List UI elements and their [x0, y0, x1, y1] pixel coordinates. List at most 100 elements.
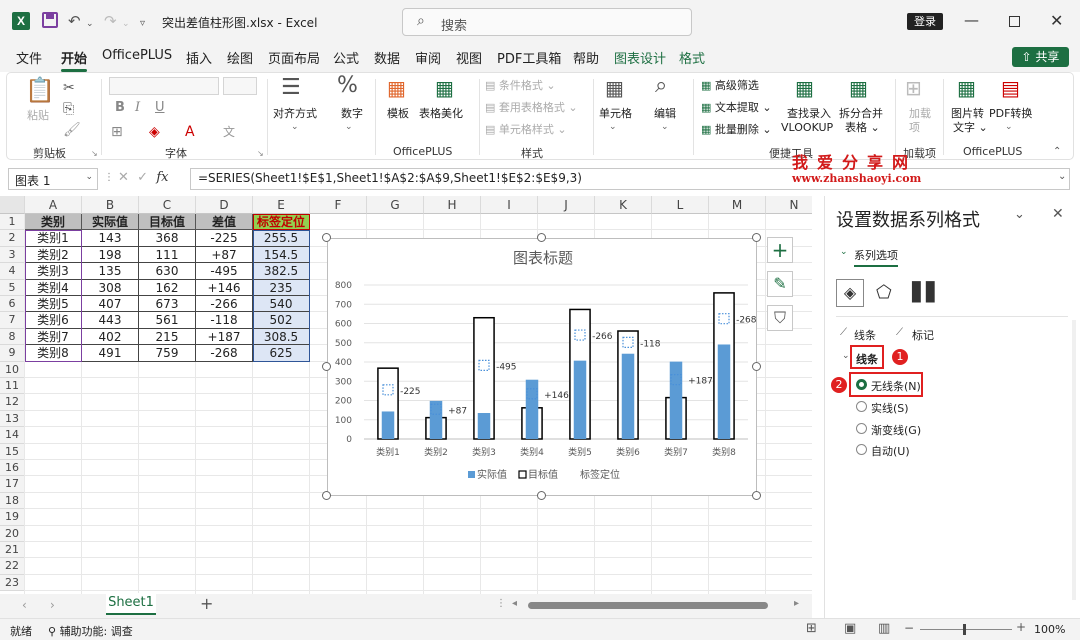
edit-label[interactable]: 编辑 [654, 107, 676, 120]
table-header-cell[interactable]: 差值 [196, 214, 253, 231]
x-tick-label[interactable]: 类别2 [424, 446, 448, 458]
lookup-label-2[interactable]: VLOOKUP [781, 121, 833, 134]
column-header[interactable]: J [538, 196, 595, 214]
picture-to-text-label[interactable]: 图片转 [951, 107, 984, 120]
menu-file[interactable]: 文件 [16, 48, 42, 67]
column-header[interactable]: F [310, 196, 367, 214]
resize-handle-tl[interactable] [322, 233, 331, 242]
menu-pdf-toolbox[interactable]: PDF工具箱 [497, 48, 561, 67]
table-cell[interactable]: -118 [196, 312, 253, 329]
lookup-label[interactable]: 查找录入 [787, 107, 831, 120]
solid-line-label[interactable]: 实线(S) [871, 400, 909, 416]
table-cell[interactable]: 540 [253, 296, 310, 313]
insert-function-button[interactable]: fx [156, 170, 168, 185]
page-layout-view-icon[interactable]: ▣ [844, 621, 856, 636]
name-box[interactable]: 图表 1 ⌄ [8, 168, 98, 190]
table-cell[interactable]: +187 [196, 328, 253, 346]
template-label[interactable]: 模板 [387, 107, 409, 120]
sheet-tab-sheet1[interactable]: Sheet1 [106, 593, 156, 615]
x-tick-label[interactable]: 类别8 [712, 446, 736, 458]
row-header[interactable]: 2 [0, 230, 25, 247]
menu-format[interactable]: 格式 [679, 48, 705, 67]
row-header[interactable]: 12 [0, 394, 25, 411]
hscroll-left-icon[interactable]: ◂ [512, 598, 517, 609]
add-sheet-icon[interactable]: + [200, 594, 213, 613]
align-icon[interactable]: ☰ [281, 77, 301, 99]
table-cell[interactable]: 382.5 [253, 263, 310, 280]
legend-label-target[interactable]: 目标值 [528, 468, 558, 481]
addins-label[interactable]: 加载 [909, 107, 931, 120]
table-header-cell[interactable]: 类别 [25, 214, 82, 231]
table-cell[interactable]: 502 [253, 312, 310, 329]
chart-elements-plus-icon[interactable]: + [767, 237, 793, 263]
y-tick-label[interactable]: 800 [335, 281, 352, 291]
cut-icon[interactable]: ✂ [63, 77, 75, 99]
bold-button[interactable]: B [115, 101, 125, 114]
table-cell[interactable]: 630 [139, 263, 196, 280]
accept-formula-icon[interactable]: ✓ [137, 170, 148, 185]
redo-dropdown-icon[interactable]: ⌄ [122, 15, 130, 33]
table-cell[interactable]: -225 [196, 230, 253, 247]
chart-filter-icon[interactable]: ⛉ [767, 305, 793, 331]
paste-icon[interactable]: 📋 [25, 78, 55, 102]
menu-home[interactable]: 开始 [61, 48, 88, 72]
radio-solid-line[interactable] [856, 401, 867, 412]
template-icon[interactable]: ▦ [387, 77, 406, 99]
chart-title[interactable]: 图表标题 [513, 249, 573, 267]
table-cell[interactable]: 215 [139, 328, 196, 346]
cells-label[interactable]: 单元格 [599, 107, 632, 120]
table-cell[interactable]: -266 [196, 296, 253, 313]
diff-data-label[interactable]: -268 [736, 316, 757, 326]
pane-scrollbar[interactable] [1072, 320, 1076, 600]
table-cell[interactable]: 308 [82, 279, 139, 296]
automatic-label[interactable]: 自动(U) [871, 443, 910, 459]
diff-data-label[interactable]: -118 [640, 339, 661, 349]
fill-line-tab-icon[interactable]: ◈ [836, 279, 864, 307]
column-header[interactable]: B [82, 196, 139, 214]
fill-color-icon[interactable]: ◈ [149, 121, 160, 143]
resize-handle-tm[interactable] [537, 233, 546, 242]
diff-data-label[interactable]: +87 [448, 406, 467, 416]
y-tick-label[interactable]: 700 [335, 300, 352, 310]
x-tick-label[interactable]: 类别1 [376, 446, 400, 458]
row-header[interactable]: 22 [0, 558, 25, 575]
table-header-cell[interactable]: 标签定位 [253, 214, 310, 231]
column-header[interactable]: H [424, 196, 481, 214]
text-extract-button[interactable]: ▦ 文本提取 ⌄ [701, 101, 772, 114]
menu-insert[interactable]: 插入 [186, 48, 212, 67]
row-header[interactable]: 21 [0, 542, 25, 559]
align-dropdown-icon[interactable]: ⌄ [291, 121, 299, 134]
menu-chart-design[interactable]: 图表设计 [614, 48, 666, 67]
table-cell[interactable]: 491 [82, 345, 139, 362]
split-merge-icon[interactable]: ▦ [849, 77, 868, 99]
table-cell[interactable]: 类别3 [25, 263, 82, 280]
column-header[interactable]: I [481, 196, 538, 214]
table-cell[interactable]: 143 [82, 230, 139, 247]
y-tick-label[interactable]: 200 [335, 397, 352, 407]
underline-button[interactable]: U [155, 101, 165, 114]
table-cell[interactable]: 类别5 [25, 296, 82, 313]
row-header[interactable]: 15 [0, 443, 25, 460]
tab-prev-icon[interactable]: ‹ [22, 598, 27, 612]
column-header[interactable]: E [253, 196, 310, 214]
table-header-cell[interactable]: 实际值 [82, 214, 139, 231]
legend-label-actual[interactable]: 实际值 [477, 468, 507, 481]
diff-data-label[interactable]: -266 [592, 332, 613, 342]
line-section-header[interactable]: 线条 [856, 351, 878, 367]
menu-formulas[interactable]: 公式 [333, 48, 359, 67]
menu-view[interactable]: 视图 [456, 48, 482, 67]
pdf-convert-icon[interactable]: ▤ [1001, 77, 1020, 99]
row-header[interactable]: 13 [0, 410, 25, 428]
actual-bar[interactable] [717, 344, 731, 439]
horizontal-scrollbar[interactable] [528, 602, 768, 609]
table-cell[interactable]: 类别1 [25, 230, 82, 247]
table-beautify-label[interactable]: 表格美化 [419, 107, 463, 120]
tab-next-icon[interactable]: › [50, 598, 55, 612]
table-cell[interactable]: 类别4 [25, 279, 82, 296]
table-cell[interactable]: 235 [253, 279, 310, 296]
line-section-chevron-icon[interactable]: ⌄ [842, 351, 850, 361]
series-options-chevron-icon[interactable]: ⌄ [840, 247, 848, 257]
edit-dropdown-icon[interactable]: ⌄ [661, 121, 669, 134]
table-cell[interactable]: 443 [82, 312, 139, 329]
y-tick-label[interactable]: 300 [335, 377, 352, 387]
